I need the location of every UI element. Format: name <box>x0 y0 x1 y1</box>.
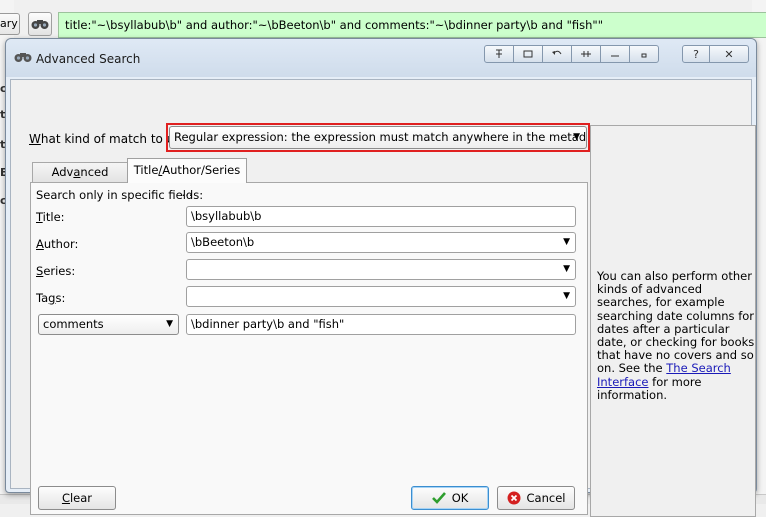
match-kind-value: Regular expression: the expression must … <box>174 130 587 144</box>
cancel-button[interactable]: Cancel <box>497 486 575 510</box>
chevron-down-icon[interactable]: ▼ <box>563 287 570 306</box>
cancel-icon <box>507 491 521 505</box>
series-field[interactable]: ▼ <box>186 259 576 280</box>
clear-button[interactable]: Clear <box>38 486 116 510</box>
binoculars-icon <box>14 51 32 66</box>
title-label: Title: <box>36 210 65 224</box>
dialog-title: Advanced Search <box>36 52 141 66</box>
undo-button[interactable] <box>542 45 572 63</box>
search-input[interactable]: title:"~\bsyllabub\b" and author:"~\bBee… <box>58 12 766 38</box>
minimize-icon <box>611 55 619 57</box>
custom-column-field[interactable]: \bdinner party\b and "fish" <box>186 314 576 335</box>
ok-button[interactable]: OK <box>411 486 489 510</box>
undo-icon <box>552 50 562 55</box>
cancel-label: Cancel <box>526 491 566 505</box>
author-field[interactable]: \bBeeton\b ▼ <box>186 232 576 253</box>
series-label: Series: <box>36 264 76 278</box>
dock-icon <box>581 51 591 57</box>
search-only-label: Search only in specific fields: <box>36 188 204 202</box>
author-label: Author: <box>36 237 79 251</box>
minimize-button[interactable] <box>600 45 630 63</box>
clear-label: Clear <box>61 491 93 505</box>
tab-title-author-series[interactable]: Title/Author/Series ... <box>127 158 247 199</box>
chevron-down-icon[interactable]: ▼ <box>563 233 570 252</box>
chevron-down-icon: ▼ <box>166 319 173 329</box>
dialog-client-area: What kind of match to use: Regular expre… <box>10 79 756 517</box>
author-value: \bBeeton\b <box>191 235 255 249</box>
custom-column-value: comments <box>43 317 104 331</box>
advanced-search-dialog: Advanced Search ? ✕ What kind of match t… <box>5 38 757 517</box>
pin-button[interactable] <box>484 45 514 63</box>
custom-column-select[interactable]: comments ▼ <box>38 314 179 335</box>
close-icon: ✕ <box>724 47 734 61</box>
checkmark-icon <box>431 492 446 504</box>
tab-advanced-search[interactable]: Advanced Search <box>32 162 128 198</box>
close-button[interactable]: ✕ <box>709 45 749 63</box>
restore-button[interactable] <box>629 45 659 63</box>
ok-label: OK <box>451 491 469 505</box>
dock-button[interactable] <box>571 45 601 63</box>
help-button[interactable]: ? <box>682 45 710 63</box>
pin-icon <box>496 49 502 58</box>
dialog-titlebar[interactable]: Advanced Search ? ✕ <box>6 39 756 77</box>
tags-label: Tags: <box>36 291 66 305</box>
window-option-icon <box>523 50 533 58</box>
restore-icon <box>641 53 647 58</box>
binoculars-icon <box>31 20 49 29</box>
help-icon: ? <box>693 47 699 61</box>
tags-field[interactable]: ▼ <box>186 286 576 307</box>
chevron-down-icon: ▼ <box>573 132 580 142</box>
chevron-down-icon[interactable]: ▼ <box>563 260 570 279</box>
advanced-search-button[interactable] <box>28 12 52 36</box>
help-text: You can also perform other kinds of adva… <box>597 269 755 402</box>
window-option-button[interactable] <box>513 45 543 63</box>
title-field[interactable]: \bsyllabub\b <box>186 206 576 227</box>
match-kind-select[interactable]: Regular expression: the expression must … <box>169 126 587 149</box>
